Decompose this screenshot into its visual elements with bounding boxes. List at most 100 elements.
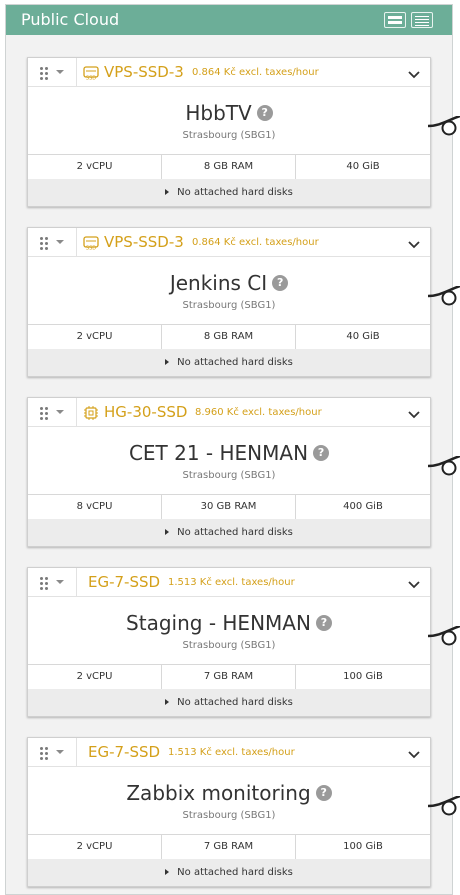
ssd-icon: SSD — [83, 235, 99, 252]
disk-spec: 100 GiB — [343, 841, 383, 852]
server-card: HG-30-SSD 8.960 Kč excl. taxes/hour CET 21… — [27, 397, 457, 547]
help-icon[interactable]: ? — [272, 275, 289, 291]
server-name-row: HbbTV? — [28, 98, 430, 128]
attached-disks-label: No attached hard disks — [177, 697, 293, 708]
caret-right-icon — [165, 529, 170, 535]
attached-disks-toggle[interactable]: No attached hard disks — [28, 349, 430, 376]
flavor-label: HG-30-SSD — [104, 403, 188, 421]
drag-icon — [40, 67, 48, 80]
caret-right-icon — [165, 869, 170, 875]
caret-right-icon — [165, 699, 170, 705]
drag-icon — [40, 237, 48, 250]
view-list-large-button[interactable] — [384, 12, 406, 28]
flavor-label: EG-7-SSD — [88, 743, 161, 761]
price-label: 0.864 Kč excl. taxes/hour — [192, 67, 319, 78]
server-card: SSD VPS-SSD-3 0.864 Kč excl. taxes/hour Hbb… — [27, 57, 457, 207]
chevron-down-icon[interactable] — [408, 575, 420, 589]
ram-spec: 8 GB RAM — [162, 325, 296, 349]
caret-down-icon — [56, 410, 64, 414]
server-name: CET 21 - HENMAN — [128, 441, 309, 465]
card-header: SSD VPS-SSD-3 0.864 Kč excl. taxes/hour — [28, 58, 430, 87]
attached-disks-toggle[interactable]: No attached hard disks — [28, 179, 430, 206]
drag-icon — [40, 407, 48, 420]
public-cloud-panel: Public Cloud SSD VPS-SSD-3 0.864 Kč excl. … — [5, 4, 457, 895]
help-icon[interactable]: ? — [256, 105, 273, 121]
drag-handle[interactable] — [28, 398, 77, 426]
connection-wire — [427, 624, 460, 656]
attached-disks-toggle[interactable]: No attached hard disks — [28, 859, 430, 886]
svg-text:SSD: SSD — [86, 246, 96, 251]
attached-disks-toggle[interactable]: No attached hard disks — [28, 519, 430, 546]
server-name: Jenkins CI — [169, 271, 268, 295]
drag-handle[interactable] — [28, 58, 77, 86]
server-specs: 2 vCPU 7 GB RAM 100 GiB — [28, 834, 430, 860]
caret-down-icon — [56, 70, 64, 74]
attached-disks-label: No attached hard disks — [177, 187, 293, 198]
cpu-spec: 2 vCPU — [28, 155, 162, 179]
server-location: Strasbourg (SBG1) — [182, 640, 276, 651]
card-header: EG-7-SSD 1.513 Kč excl. taxes/hour — [28, 568, 430, 597]
server-location: Strasbourg (SBG1) — [182, 470, 276, 481]
drag-icon — [40, 747, 48, 760]
caret-right-icon — [165, 359, 170, 365]
chevron-down-icon[interactable] — [408, 745, 420, 759]
server-name-row: Jenkins CI? — [28, 268, 430, 298]
chip-icon — [83, 405, 99, 420]
server-location: Strasbourg (SBG1) — [182, 130, 276, 141]
price-label: 0.864 Kč excl. taxes/hour — [192, 237, 319, 248]
server-name: HbbTV — [185, 101, 252, 125]
cpu-spec: 2 vCPU — [28, 325, 162, 349]
drag-handle[interactable] — [28, 228, 77, 256]
connection-wire — [427, 114, 460, 146]
ssd-icon: SSD — [83, 65, 99, 82]
price-label: 1.513 Kč excl. taxes/hour — [168, 747, 295, 758]
caret-down-icon — [56, 580, 64, 584]
help-icon[interactable]: ? — [315, 785, 332, 801]
help-icon[interactable]: ? — [313, 445, 330, 461]
chevron-down-icon[interactable] — [408, 235, 420, 249]
card-header: SSD VPS-SSD-3 0.864 Kč excl. taxes/hour — [28, 228, 430, 257]
server-name: Zabbix monitoring — [126, 781, 311, 805]
attached-disks-label: No attached hard disks — [177, 867, 293, 878]
price-label: 1.513 Kč excl. taxes/hour — [168, 577, 295, 588]
disk-spec: 400 GiB — [343, 501, 383, 512]
help-icon[interactable]: ? — [315, 615, 332, 631]
ram-spec: 7 GB RAM — [162, 665, 296, 689]
ram-spec: 30 GB RAM — [162, 495, 296, 519]
server-specs: 8 vCPU 30 GB RAM 400 GiB — [28, 494, 430, 520]
disk-spec: 40 GiB — [346, 161, 380, 172]
server-specs: 2 vCPU 7 GB RAM 100 GiB — [28, 664, 430, 690]
server-location: Strasbourg (SBG1) — [182, 300, 276, 311]
disk-spec: 100 GiB — [343, 671, 383, 682]
attached-disks-toggle[interactable]: No attached hard disks — [28, 689, 430, 716]
server-name: Staging - HENMAN — [126, 611, 311, 635]
attached-disks-label: No attached hard disks — [177, 527, 293, 538]
server-name-row: Staging - HENMAN? — [28, 608, 430, 638]
flavor-label: VPS-SSD-3 — [104, 233, 184, 251]
svg-text:SSD: SSD — [86, 76, 96, 81]
caret-down-icon — [56, 750, 64, 754]
drag-handle[interactable] — [28, 738, 77, 766]
server-location: Strasbourg (SBG1) — [182, 810, 276, 821]
chevron-down-icon[interactable] — [408, 405, 420, 419]
server-card: EG-7-SSD 1.513 Kč excl. taxes/hour Zabbix … — [27, 737, 457, 887]
view-list-compact-button[interactable] — [411, 12, 433, 28]
chevron-down-icon[interactable] — [408, 65, 420, 79]
drag-icon — [40, 577, 48, 590]
connection-wire — [427, 454, 460, 486]
connection-wire — [427, 284, 460, 316]
caret-right-icon — [165, 189, 170, 195]
server-card: SSD VPS-SSD-3 0.864 Kč excl. taxes/hour Jen… — [27, 227, 457, 377]
cpu-spec: 2 vCPU — [28, 665, 162, 689]
cpu-spec: 8 vCPU — [28, 495, 162, 519]
price-label: 8.960 Kč excl. taxes/hour — [195, 407, 322, 418]
panel-title: Public Cloud — [21, 10, 120, 29]
cpu-spec: 2 vCPU — [28, 835, 162, 859]
disk-spec: 40 GiB — [346, 331, 380, 342]
attached-disks-label: No attached hard disks — [177, 357, 293, 368]
drag-handle[interactable] — [28, 568, 77, 596]
panel-header: Public Cloud — [6, 5, 452, 35]
flavor-label: VPS-SSD-3 — [104, 63, 184, 81]
ram-spec: 8 GB RAM — [162, 155, 296, 179]
caret-down-icon — [56, 240, 64, 244]
